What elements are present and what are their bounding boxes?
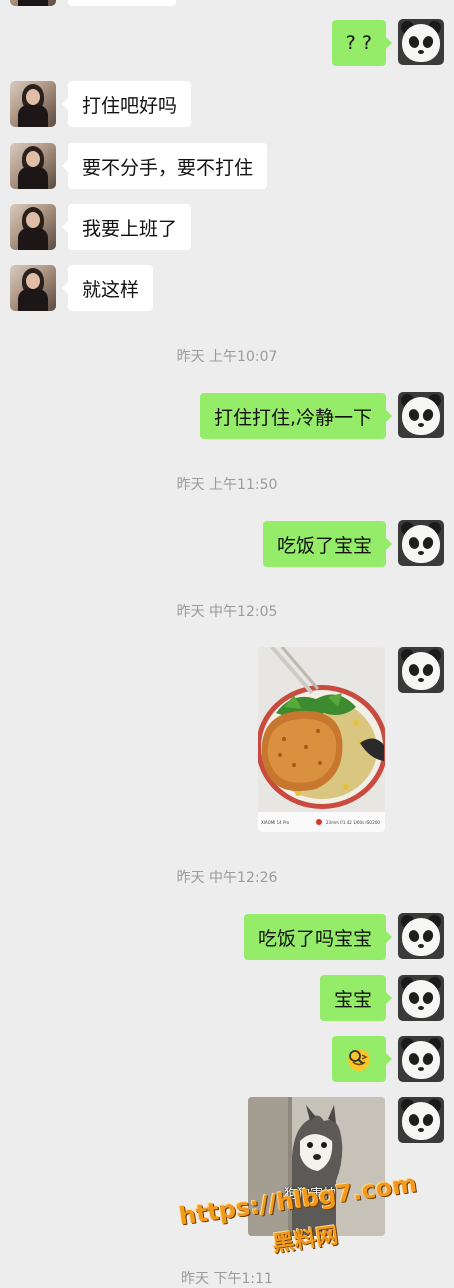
photo-info-bar: XIAOMI 14 Pro 23mm f/1.42 1/60s ISO200	[258, 812, 385, 832]
timestamp: 昨天 中午12:26	[176, 870, 278, 886]
message-text: ? ?	[345, 32, 372, 54]
timestamp: 昨天 上午10:07	[176, 349, 278, 365]
received-message-bubble[interactable]: 打住吧好吗	[61, 81, 192, 127]
my-avatar-panda[interactable]	[398, 392, 444, 438]
message-text: 吃饭了吗宝宝	[257, 927, 372, 950]
contact-avatar[interactable]	[10, 143, 56, 189]
partial-received-bubble-top	[68, 0, 176, 6]
camera-brand-badge	[316, 819, 322, 825]
message-text: 打住吧好吗	[82, 94, 178, 117]
my-avatar-panda[interactable]	[398, 19, 444, 65]
message-text: 要不分手，要不打住	[82, 156, 254, 179]
received-message-bubble[interactable]: 要不分手，要不打住	[61, 143, 268, 189]
contact-avatar[interactable]	[10, 81, 56, 127]
message-text: 吃饭了宝宝	[276, 534, 372, 557]
sent-emoji-bubble[interactable]	[332, 1036, 392, 1082]
camera-params-caption: 23mm f/1.42 1/60s ISO200	[326, 820, 380, 825]
noodle-cutlet-image	[258, 647, 385, 812]
contact-avatar[interactable]	[10, 204, 56, 250]
sent-message-bubble[interactable]: ? ?	[331, 20, 393, 66]
message-text: 我要上班了	[82, 217, 178, 240]
contact-avatar-top-partial[interactable]	[10, 0, 56, 6]
contact-avatar[interactable]	[10, 265, 56, 311]
timestamp: 昨天 下午1:11	[181, 1271, 273, 1287]
received-message-bubble[interactable]: 我要上班了	[61, 204, 192, 250]
timestamp: 昨天 上午11:50	[176, 477, 278, 493]
my-avatar-panda[interactable]	[398, 520, 444, 566]
sent-message-bubble[interactable]: 打住打住,冷静一下	[199, 393, 393, 439]
my-avatar-panda[interactable]	[398, 913, 444, 959]
search-emoji-icon	[348, 1049, 370, 1071]
camera-model-caption: XIAOMI 14 Pro	[261, 820, 290, 825]
message-text: 打住打住,冷静一下	[213, 406, 372, 429]
message-text: 就这样	[82, 278, 140, 301]
timestamp: 昨天 中午12:05	[176, 604, 278, 620]
message-text: 宝宝	[333, 988, 372, 1011]
sent-message-bubble[interactable]: 吃饭了吗宝宝	[243, 914, 393, 960]
received-message-bubble[interactable]: 就这样	[61, 265, 154, 311]
my-avatar-panda[interactable]	[398, 1097, 444, 1143]
my-avatar-panda[interactable]	[398, 975, 444, 1021]
sent-message-bubble[interactable]: 吃饭了宝宝	[262, 521, 393, 567]
my-avatar-panda[interactable]	[398, 647, 444, 693]
food-photo-message[interactable]: XIAOMI 14 Pro 23mm f/1.42 1/60s ISO200	[258, 647, 385, 832]
my-avatar-panda[interactable]	[398, 1036, 444, 1082]
sent-message-bubble[interactable]: 宝宝	[319, 975, 393, 1021]
